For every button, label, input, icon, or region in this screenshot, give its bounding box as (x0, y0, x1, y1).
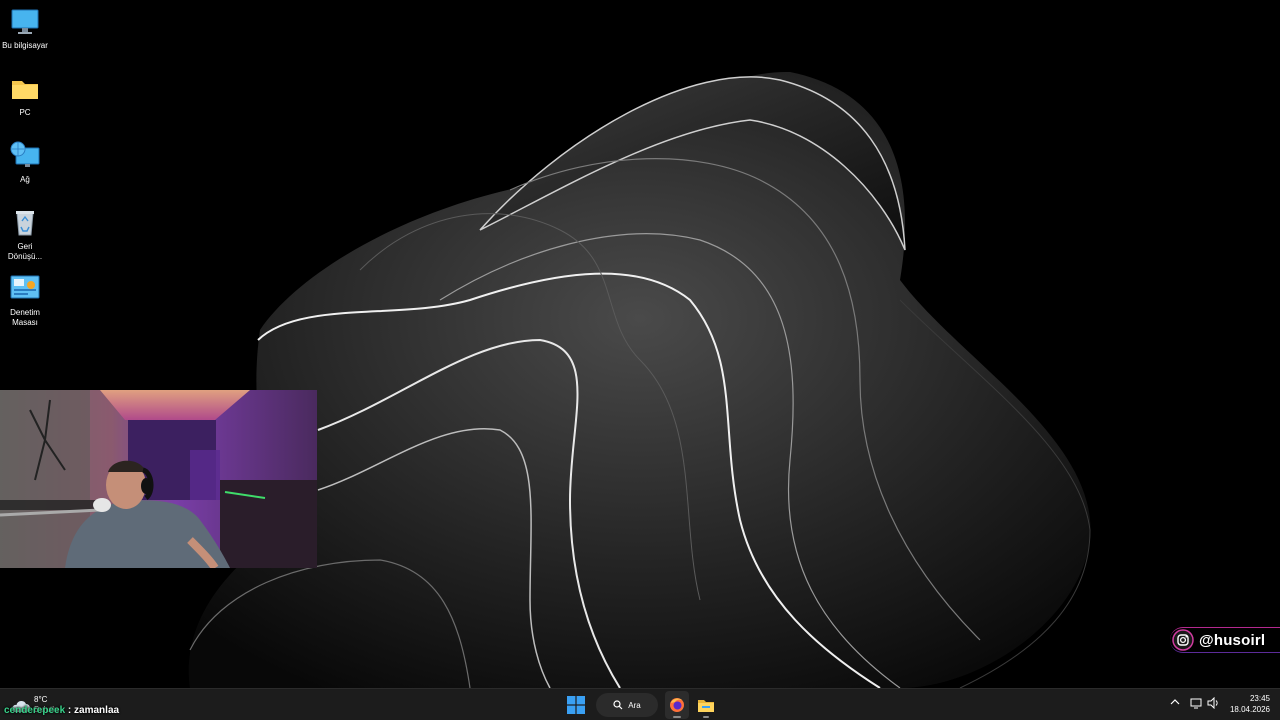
webcam-feed (0, 390, 317, 568)
clock-time: 23:45 (1249, 694, 1270, 703)
taskbar: 8°C Bulutlu Ara 23:45 18.04.2026 (0, 688, 1280, 720)
desktop-icon-pc-folder[interactable]: PC (0, 73, 50, 118)
chevron-up-icon[interactable] (1170, 697, 1180, 707)
folder-icon (12, 81, 38, 99)
clock-date: 18.04.2026 (1229, 705, 1270, 714)
desktop-icon-label: PC (19, 108, 31, 117)
taskbar-firefox[interactable] (665, 691, 689, 719)
recycle-bin-icon (16, 211, 34, 236)
volume-icon[interactable] (1207, 697, 1219, 709)
network-icon (10, 141, 40, 167)
desktop-icon-label: Ağ (20, 175, 30, 184)
firefox-icon (670, 698, 684, 712)
webcam-overlay (0, 390, 317, 568)
desktop-icon-label: Denetim Masası (10, 308, 40, 327)
desktop-icon-label: Geri Dönüşü... (7, 242, 43, 261)
system-clock[interactable]: 23:45 18.04.2026 (1230, 693, 1270, 715)
file-explorer-icon (698, 700, 714, 712)
control-panel-icon (10, 275, 40, 299)
desktop-icon-recycle-bin[interactable]: Geri Dönüşü... (0, 207, 50, 262)
desktop-icon-label: Bu bilgisayar (2, 41, 48, 50)
taskbar-search-button[interactable]: Ara (596, 693, 658, 717)
chat-text: : zamanlaa (65, 705, 120, 716)
chat-message: cenderepeek : zamanlaa (4, 705, 119, 716)
chat-username: cenderepeek (4, 705, 66, 716)
instagram-icon (1172, 629, 1194, 651)
instagram-badge: @husoirl (1170, 627, 1280, 653)
desktop-icon-network[interactable]: Ağ (0, 140, 50, 185)
monitor-icon (11, 9, 39, 34)
taskbar-file-explorer[interactable] (694, 691, 718, 719)
search-icon (613, 700, 623, 710)
desktop-wallpaper (0, 0, 1280, 688)
desktop-icon-control-panel[interactable]: Denetim Masası (0, 273, 50, 328)
desktop-icon-this-pc[interactable]: Bu bilgisayar (0, 6, 50, 51)
network-status-icon[interactable] (1190, 697, 1202, 709)
instagram-handle: @husoirl (1199, 631, 1266, 649)
windows-logo-icon (567, 696, 585, 714)
start-button[interactable] (563, 691, 589, 719)
search-label: Ara (628, 700, 641, 710)
weather-temperature: 8°C (34, 695, 48, 704)
